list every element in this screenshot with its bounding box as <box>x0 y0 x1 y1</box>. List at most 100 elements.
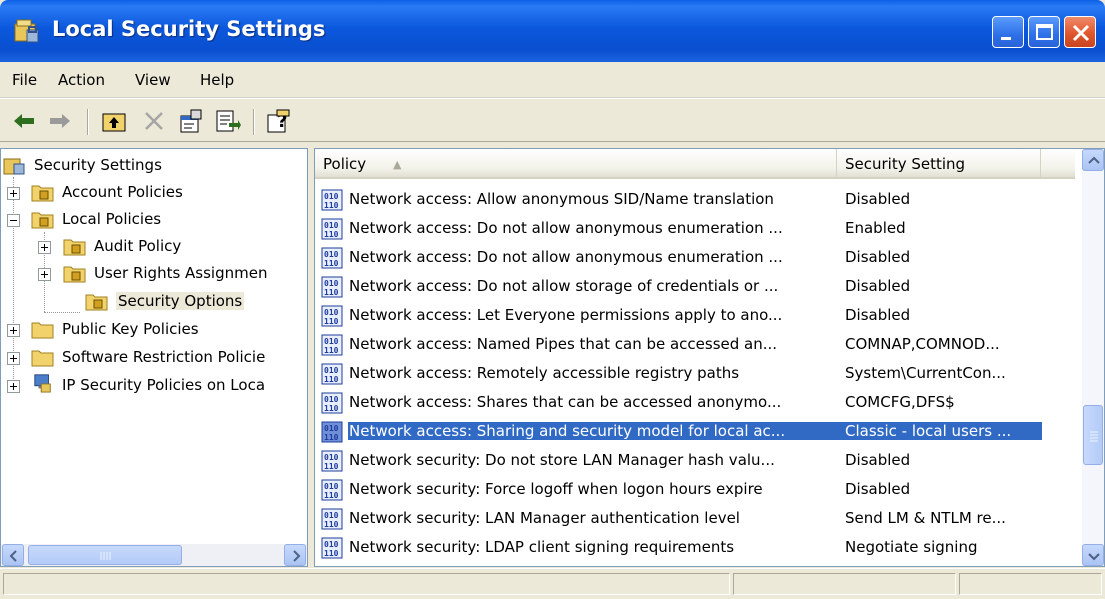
policy-binary-icon: 010110 <box>321 276 343 298</box>
toolbar: ? <box>0 98 1105 142</box>
column-header-policy[interactable]: Policy ▲ <box>315 149 837 179</box>
policy-row[interactable]: 010 110 Network security: LDAP client sign… <box>315 533 1075 562</box>
scroll-thumb[interactable] <box>28 545 182 565</box>
tree-item-audit-policy[interactable]: Audit Policy <box>1 234 307 260</box>
up-folder-icon[interactable] <box>100 107 128 135</box>
svg-text:110: 110 <box>324 433 339 442</box>
menu-help[interactable]: Help <box>200 71 234 89</box>
locked-folder-icon <box>63 239 86 256</box>
tree-label: Local Policies <box>62 210 162 228</box>
column-label: Security Setting <box>845 155 966 173</box>
toolbar-separator <box>87 109 89 135</box>
forward-arrow-icon[interactable] <box>46 107 74 135</box>
policy-row[interactable]: 010 110 Network access: Do not allow stora… <box>315 272 1075 301</box>
properties-icon[interactable] <box>177 107 205 135</box>
svg-text:110: 110 <box>324 404 339 413</box>
policy-row[interactable]: 010 110 Network access: Do not allow anony… <box>315 243 1075 272</box>
title-bar[interactable]: Local Security Settings <box>0 0 1105 62</box>
tree-label: IP Security Policies on Loca <box>62 376 266 394</box>
maximize-button[interactable] <box>1028 16 1060 48</box>
scroll-thumb[interactable] <box>1083 405 1103 465</box>
menu-file[interactable]: File <box>12 71 37 89</box>
policy-row[interactable]: 010 110 Network access: Named Pipes that c… <box>315 330 1075 359</box>
expand-icon[interactable] <box>7 352 20 365</box>
menu-view[interactable]: View <box>135 71 171 89</box>
console-tree: Security Settings Account Policies Local… <box>0 148 308 567</box>
policy-list: Policy ▲ Security Setting 010 110 Network … <box>314 148 1105 567</box>
policy-name: Network security: Do not store LAN Manag… <box>349 451 775 469</box>
policy-row[interactable]: 010 110 Network security: LAN Manager auth… <box>315 504 1075 533</box>
policy-setting: Classic - local users ... <box>836 422 1042 440</box>
policy-binary-icon: 010110 <box>321 247 343 269</box>
vertical-scrollbar[interactable] <box>1082 149 1104 566</box>
delete-x-icon[interactable] <box>140 107 168 135</box>
close-button[interactable] <box>1064 16 1096 48</box>
expand-icon[interactable] <box>7 187 20 200</box>
svg-text:010: 010 <box>324 366 339 375</box>
policy-binary-icon: 010110 <box>321 218 343 240</box>
export-list-icon[interactable] <box>213 107 241 135</box>
policy-row[interactable]: 010 110 Network access: Sharing and securi… <box>315 417 1075 446</box>
policy-setting: Disabled <box>845 480 911 498</box>
policy-row[interactable]: 010 110 Network access: Do not allow anony… <box>315 214 1075 243</box>
tree-item-user-rights-assignment[interactable]: User Rights Assignmen <box>1 261 307 287</box>
scroll-up-button[interactable] <box>1082 149 1104 171</box>
tree-item-local-policies[interactable]: Local Policies <box>1 207 307 233</box>
svg-text:110: 110 <box>324 491 339 500</box>
locked-folder-icon <box>85 294 108 311</box>
scroll-down-button[interactable] <box>1082 544 1104 566</box>
minimize-icon <box>1001 37 1011 40</box>
grip-icon <box>100 552 111 560</box>
collapse-icon[interactable] <box>7 214 20 227</box>
window-title: Local Security Settings <box>52 17 326 41</box>
svg-text:110: 110 <box>324 288 339 297</box>
expand-icon[interactable] <box>38 241 51 254</box>
svg-text:110: 110 <box>324 259 339 268</box>
scroll-right-button[interactable] <box>284 544 306 566</box>
svg-text:010: 010 <box>324 279 339 288</box>
folder-icon <box>31 350 54 367</box>
tree-item-public-key-policies[interactable]: Public Key Policies <box>1 317 307 343</box>
policy-binary-icon: 010110 <box>321 421 343 443</box>
expand-icon[interactable] <box>7 380 20 393</box>
tree-item-account-policies[interactable]: Account Policies <box>1 180 307 206</box>
svg-text:010: 010 <box>324 221 339 230</box>
svg-text:110: 110 <box>324 520 339 529</box>
minimize-button[interactable] <box>992 16 1024 48</box>
folder-icon <box>31 322 54 339</box>
svg-text:010: 010 <box>324 453 339 462</box>
tree-item-security-options[interactable]: Security Options <box>1 289 307 315</box>
svg-text:110: 110 <box>324 201 339 210</box>
horizontal-scrollbar[interactable] <box>1 544 307 566</box>
policy-binary-icon: 010110 <box>321 305 343 327</box>
policy-name: Network access: Shares that can be acces… <box>349 393 782 411</box>
tree-item-ip-security-policies[interactable]: IP Security Policies on Loca <box>1 373 307 399</box>
window: Local Security Settings File Action View… <box>0 0 1105 599</box>
policy-row[interactable]: 010 110 Network access: Remotely accessibl… <box>315 359 1075 388</box>
expand-icon[interactable] <box>38 268 51 281</box>
security-settings-icon <box>14 19 39 43</box>
column-header-security-setting[interactable]: Security Setting <box>837 149 1041 179</box>
tree-item-security-settings[interactable]: Security Settings <box>1 153 307 179</box>
help-icon[interactable]: ? <box>265 107 293 135</box>
policy-binary-icon: 010110 <box>321 508 343 530</box>
policy-setting: Negotiate signing <box>845 538 978 556</box>
svg-text:110: 110 <box>324 346 339 355</box>
svg-text:110: 110 <box>324 317 339 326</box>
scroll-left-button[interactable] <box>2 544 24 566</box>
menu-action[interactable]: Action <box>58 71 105 89</box>
policy-setting: COMNAP,COMNOD... <box>845 335 1000 353</box>
policy-row[interactable]: 010 110 Network access: Allow anonymous SI… <box>315 185 1075 214</box>
status-panel-main <box>3 573 730 595</box>
tree-item-software-restriction-policies[interactable]: Software Restriction Policie <box>1 345 307 371</box>
policy-row[interactable]: 010 110 Network access: Let Everyone permi… <box>315 301 1075 330</box>
expand-icon[interactable] <box>7 324 20 337</box>
policy-row[interactable]: 010 110 Network security: Force logoff whe… <box>315 475 1075 504</box>
chevron-left-icon <box>9 550 17 562</box>
policy-row[interactable]: 010 110 Network access: Shares that can be… <box>315 388 1075 417</box>
policy-setting: Disabled <box>845 306 911 324</box>
policy-row[interactable]: 010 110 Network security: Do not store LAN… <box>315 446 1075 475</box>
back-arrow-icon[interactable] <box>10 107 38 135</box>
policy-binary-icon: 010110 <box>321 189 343 211</box>
policy-name: Network security: Force logoff when logo… <box>349 480 763 498</box>
